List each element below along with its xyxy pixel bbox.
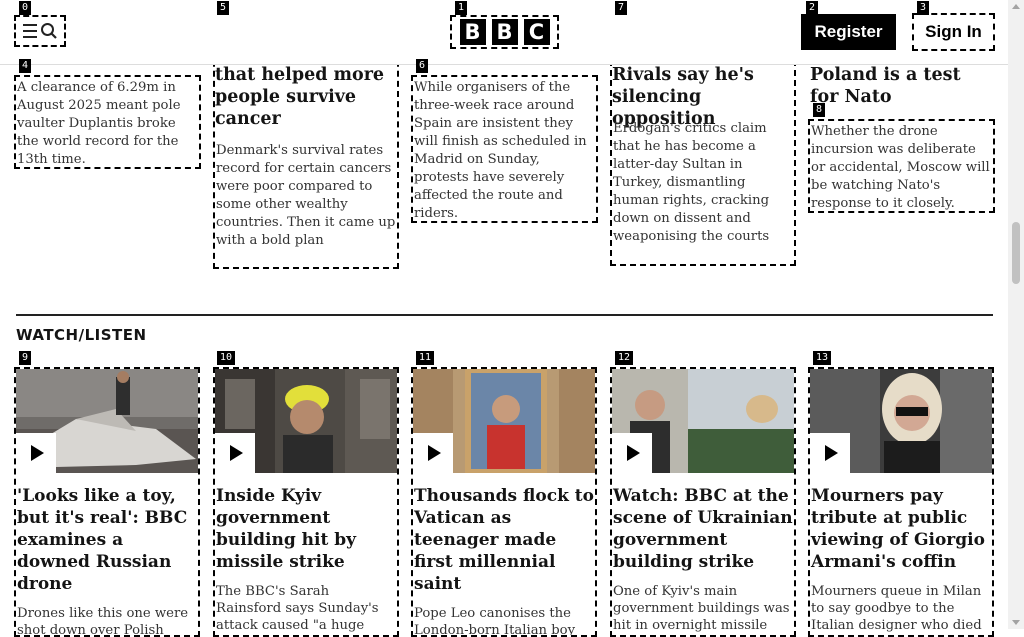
section-divider (16, 314, 993, 316)
sign-in-button[interactable]: Sign In (912, 13, 995, 51)
scrollbar-thumb[interactable] (1012, 222, 1020, 284)
video-summary: One of Kyiv's main government buildings … (613, 584, 790, 633)
play-icon (810, 433, 850, 473)
element-index-badge: 10 (217, 351, 236, 365)
video-summary: Pope Leo canonises the London-born Itali… (414, 606, 576, 637)
play-icon (612, 433, 652, 473)
story-summary-link[interactable]: Whether the drone incursion was delibera… (808, 119, 995, 213)
element-index-badge: 9 (19, 351, 32, 365)
element-index-badge: 2 (806, 1, 819, 15)
element-index-badge: 12 (615, 351, 634, 365)
element-index-badge: 6 (416, 59, 429, 73)
video-summary: Drones like this one were shot down over… (17, 606, 189, 637)
play-icon (215, 433, 255, 473)
story-headline: that helped more people survive cancer (215, 65, 385, 129)
site-header: B B C Register Sign In (0, 0, 1008, 65)
logo-letter-b2: B (491, 19, 518, 45)
video-thumbnail (810, 369, 992, 473)
page-scrollbar[interactable] (1008, 0, 1024, 629)
video-thumbnail (612, 369, 794, 473)
video-thumbnail (16, 369, 198, 473)
element-index-badge: 11 (416, 351, 435, 365)
element-index-badge: 5 (217, 1, 230, 15)
scroll-up-arrow-icon[interactable] (1012, 4, 1020, 9)
logo-letter-b1: B (459, 19, 486, 45)
search-icon (40, 23, 57, 39)
element-index-badge: 3 (917, 1, 930, 15)
video-thumbnail (413, 369, 595, 473)
element-index-badge: 4 (19, 59, 32, 73)
video-card[interactable]: Mourners pay tribute at public viewing o… (808, 367, 994, 637)
story-summary-link[interactable]: A clearance of 6.29m in August 2025 mean… (14, 75, 201, 169)
video-summary: Mourners queue in Milan to say goodbye t… (811, 584, 982, 633)
video-card[interactable]: Watch: BBC at the scene of Ukrainian gov… (610, 367, 796, 637)
video-card[interactable]: Thousands flock to Vatican as teenager m… (411, 367, 597, 637)
play-icon (413, 433, 453, 473)
menu-search-button[interactable] (14, 15, 66, 47)
video-headline: 'Looks like a toy, but it's real': BBC e… (17, 486, 188, 594)
element-index-badge: 8 (813, 103, 826, 117)
video-headline: Inside Kyiv government building hit by m… (216, 486, 357, 572)
story-summary: Erdogan's critics claim that he has beco… (613, 121, 770, 244)
play-icon (16, 433, 56, 473)
section-title: WATCH/LISTEN (16, 326, 147, 344)
scroll-down-arrow-icon[interactable] (1012, 620, 1020, 625)
element-index-badge: 0 (19, 1, 32, 15)
video-card[interactable]: Inside Kyiv government building hit by m… (213, 367, 399, 637)
video-thumbnail (215, 369, 397, 473)
bbc-logo[interactable]: B B C (450, 15, 559, 49)
register-button[interactable]: Register (801, 14, 896, 50)
video-card[interactable]: 'Looks like a toy, but it's real': BBC e… (14, 367, 200, 637)
video-headline: Watch: BBC at the scene of Ukrainian gov… (613, 486, 793, 572)
video-headline: Thousands flock to Vatican as teenager m… (414, 486, 594, 594)
element-index-badge: 1 (455, 1, 468, 15)
story-summary: Denmark's survival rates record for cert… (216, 143, 396, 248)
element-index-badge: 13 (813, 351, 832, 365)
menu-icon (22, 24, 37, 38)
story-summary-link[interactable]: While organisers of the three-week race … (411, 75, 598, 223)
video-headline: Mourners pay tribute at public viewing o… (811, 486, 985, 572)
element-index-badge: 7 (615, 1, 628, 15)
logo-letter-c: C (523, 19, 550, 45)
story-headline[interactable]: Poland is a test for Nato (810, 64, 994, 108)
